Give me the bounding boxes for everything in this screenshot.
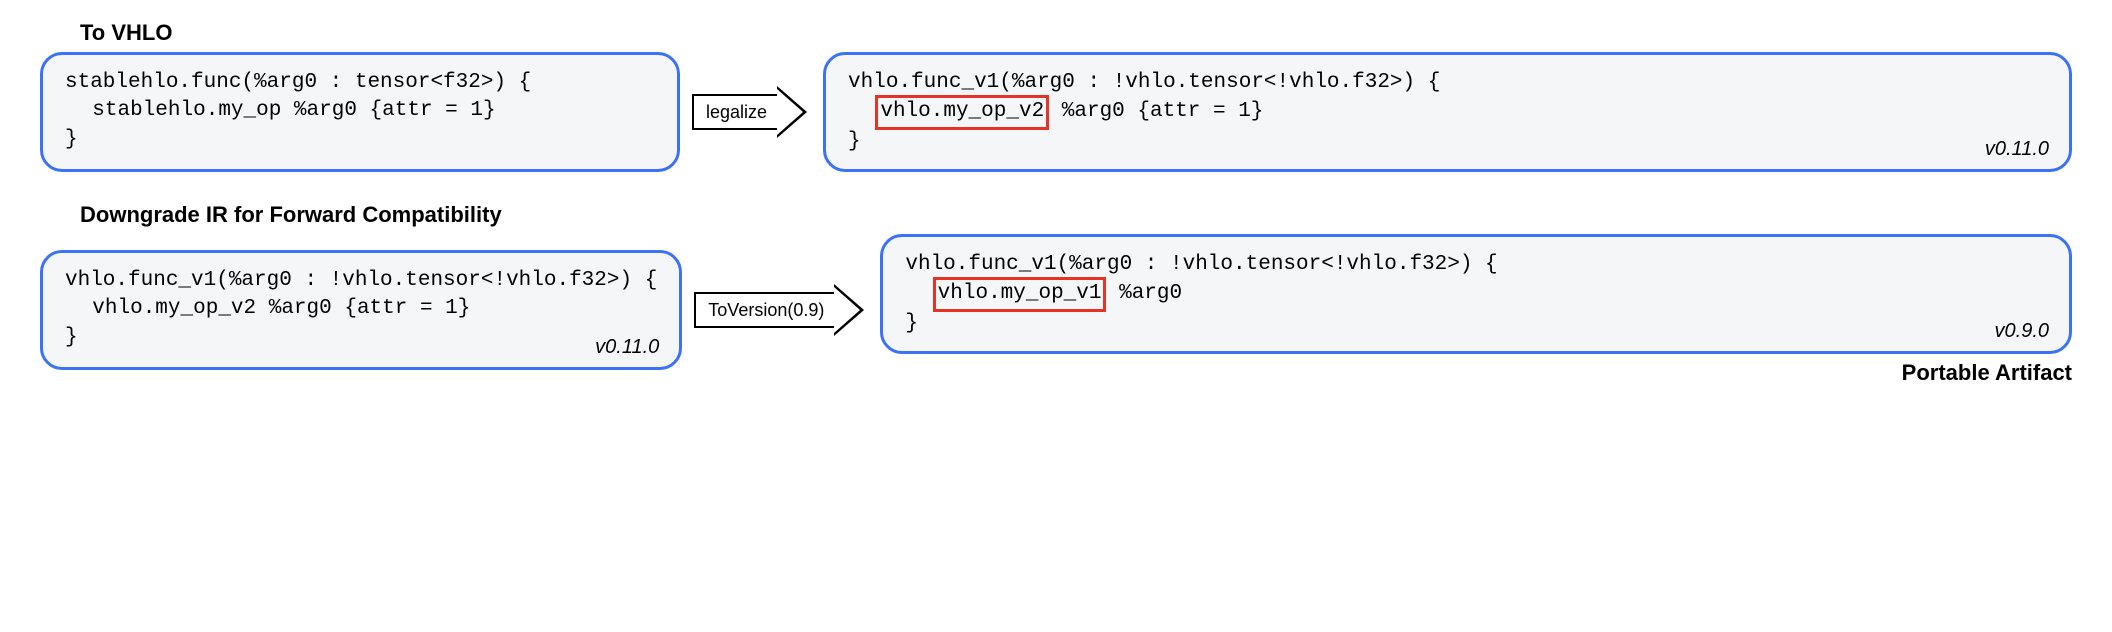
code-line: stablehlo.my_op %arg0 {attr = 1} [65, 97, 655, 125]
code-line: stablehlo.func(%arg0 : tensor<f32>) { [65, 69, 655, 97]
row-2: vhlo.func_v1(%arg0 : !vhlo.tensor<!vhlo.… [40, 234, 2072, 386]
arrow-label: ToVersion(0.9) [694, 292, 834, 328]
code-line: vhlo.my_op_v2 %arg0 {attr = 1} [848, 97, 2047, 127]
version-badge: v0.11.0 [1985, 136, 2049, 163]
version-badge: v0.9.0 [1995, 318, 2049, 345]
code-box-vhlo-downgraded: vhlo.func_v1(%arg0 : !vhlo.tensor<!vhlo.… [880, 234, 2072, 354]
code-box-vhlo-source: vhlo.func_v1(%arg0 : !vhlo.tensor<!vhlo.… [40, 250, 682, 370]
code-line: } [65, 126, 655, 154]
section-to-vhlo: To VHLO stablehlo.func(%arg0 : tensor<f3… [40, 20, 2072, 172]
code-line: } [65, 324, 657, 352]
code-box-stablehlo: stablehlo.func(%arg0 : tensor<f32>) { st… [40, 52, 680, 172]
highlighted-op: vhlo.my_op_v2 [875, 95, 1049, 129]
code-box-vhlo-result: vhlo.func_v1(%arg0 : !vhlo.tensor<!vhlo.… [823, 52, 2072, 172]
code-text: %arg0 [1106, 282, 1182, 305]
code-text: stablehlo.my_op %arg0 {attr = 1} [92, 99, 495, 122]
code-line: } [905, 310, 2047, 338]
section-title: To VHLO [80, 20, 2072, 46]
arrow-legalize: legalize [692, 88, 777, 136]
version-badge: v0.11.0 [595, 334, 659, 361]
code-line: vhlo.my_op_v2 %arg0 {attr = 1} [65, 295, 657, 323]
code-line: vhlo.func_v1(%arg0 : !vhlo.tensor<!vhlo.… [848, 69, 2047, 97]
arrow-label: legalize [692, 94, 777, 130]
highlighted-op: vhlo.my_op_v1 [933, 277, 1107, 311]
arrow-toversion: ToVersion(0.9) [694, 286, 834, 334]
section-title: Downgrade IR for Forward Compatibility [80, 202, 2072, 228]
code-text: %arg0 {attr = 1} [1049, 100, 1263, 123]
section-downgrade: Downgrade IR for Forward Compatibility v… [40, 202, 2072, 386]
code-text: vhlo.my_op_v2 %arg0 {attr = 1} [92, 297, 470, 320]
row-1: stablehlo.func(%arg0 : tensor<f32>) { st… [40, 52, 2072, 172]
code-line: vhlo.func_v1(%arg0 : !vhlo.tensor<!vhlo.… [905, 251, 2047, 279]
code-line: vhlo.my_op_v1 %arg0 [905, 279, 2047, 309]
code-line: } [848, 128, 2047, 156]
portable-artifact-label: Portable Artifact [880, 360, 2072, 386]
code-line: vhlo.func_v1(%arg0 : !vhlo.tensor<!vhlo.… [65, 267, 657, 295]
